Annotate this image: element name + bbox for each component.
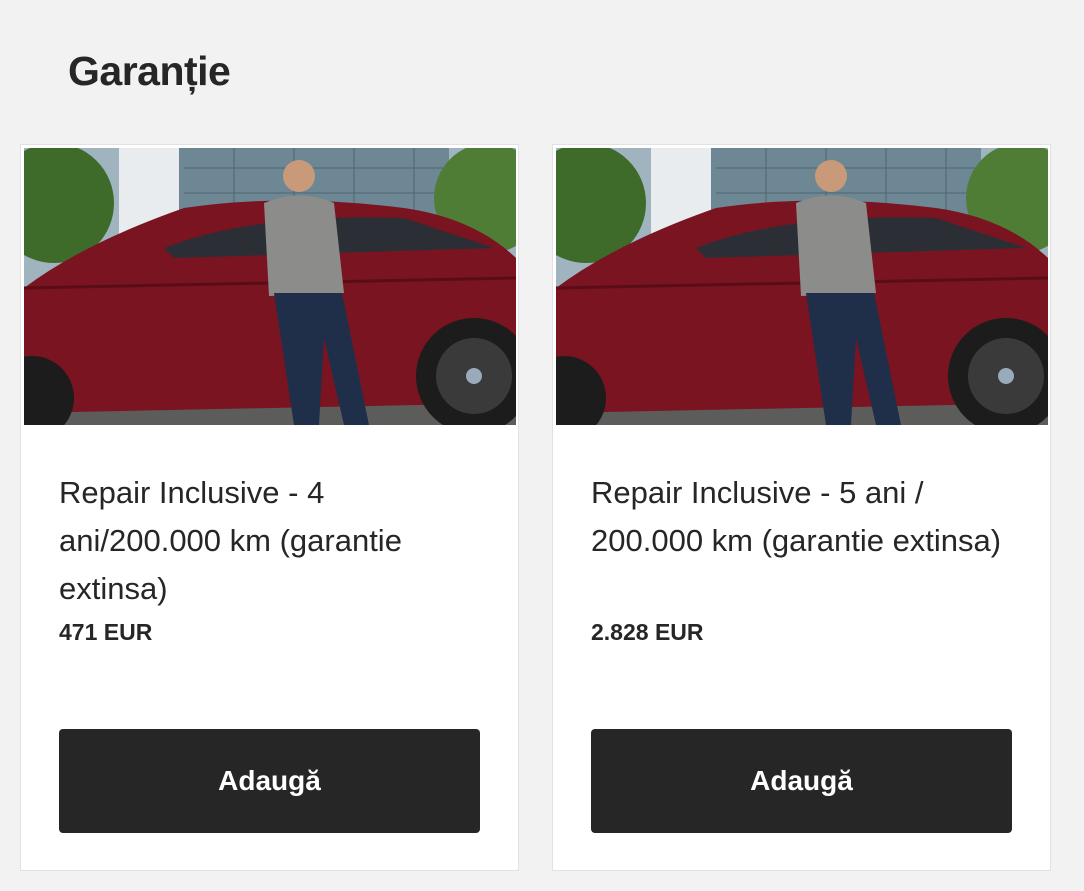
product-title: Repair Inclusive - 5 ani / 200.000 km (g…: [591, 475, 1002, 558]
product-price: 2.828 EUR: [591, 619, 704, 645]
product-price: 471 EUR: [59, 619, 153, 645]
add-button[interactable]: Adaugă: [59, 729, 480, 833]
add-button[interactable]: Adaugă: [591, 729, 1012, 833]
product-image: [24, 148, 516, 425]
warranty-card: Repair Inclusive - 4 ani/200.000 km (gar…: [20, 144, 519, 871]
product-image: [556, 148, 1048, 425]
product-title: Repair Inclusive - 4 ani/200.000 km (gar…: [59, 475, 402, 606]
warranty-card: Repair Inclusive - 5 ani / 200.000 km (g…: [552, 144, 1051, 871]
section-title: Garanție: [68, 48, 231, 94]
